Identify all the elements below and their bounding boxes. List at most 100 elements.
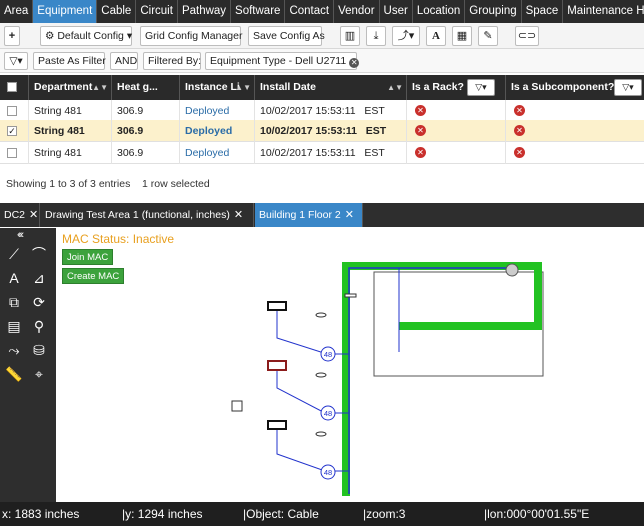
cell-instance[interactable]: Deployed [180, 100, 255, 122]
nav-grouping[interactable]: Grouping [465, 0, 522, 23]
cable-line [276, 310, 349, 355]
edit-shape-icon[interactable]: ⊿ [28, 268, 50, 288]
cell-is-subcomponent: ✕ [506, 120, 644, 142]
cell-install-date: 10/02/2017 15:53:11 EST [255, 142, 407, 164]
cable-line [348, 267, 512, 494]
nav-contact[interactable]: Contact [285, 0, 335, 23]
nav-software[interactable]: Software [231, 0, 286, 23]
collapse-palette-icon[interactable]: ‹‹‹ [17, 229, 24, 241]
bar-chart-icon[interactable]: ▥ [340, 26, 360, 46]
floor-plan-drawing[interactable]: 48 48 48 [57, 228, 644, 502]
row-checkbox[interactable] [7, 106, 17, 116]
table-row[interactable]: String 481 306.9 Deployed 10/02/2017 15:… [0, 100, 644, 122]
row-checkbox[interactable] [7, 148, 17, 158]
draw-line-icon[interactable]: ⟋ [3, 244, 25, 264]
link-icon[interactable]: ⊂⊃ [515, 26, 539, 46]
row-checkbox[interactable]: ✓ [7, 126, 17, 136]
add-text-icon[interactable]: A [3, 268, 25, 288]
nav-area[interactable]: Area [0, 0, 34, 23]
col-install-date[interactable]: Install Date ▲▼ [255, 75, 407, 100]
cylinder-icon[interactable]: ⛁ [28, 340, 50, 360]
and-operator-button[interactable]: AND [110, 52, 138, 70]
close-icon[interactable]: ✕ [345, 209, 354, 221]
no-icon: ✕ [415, 147, 426, 158]
label-marker [315, 372, 327, 378]
connector-icon[interactable]: ⚲ [28, 316, 50, 336]
gear-icon: ⚙ [45, 30, 55, 42]
longitude: |lon:000°00'01.55"E [484, 507, 590, 521]
cell-is-subcomponent: ✕ [506, 142, 644, 164]
save-config-as-button[interactable]: Save Config As [248, 26, 325, 46]
no-icon: ✕ [415, 105, 426, 116]
nav-location[interactable]: Location [413, 0, 466, 23]
object-square [231, 400, 243, 412]
export-icon[interactable]: ⤴▾ [392, 26, 420, 46]
paste-as-filter-button[interactable]: Paste As Filter [33, 52, 106, 70]
col-department[interactable]: Department ▲▼ [29, 75, 112, 100]
is-rack-filter-button[interactable]: ▽▾ [467, 79, 495, 96]
nav-equipment[interactable]: Equipment [33, 0, 98, 23]
nav-pathway[interactable]: Pathway [178, 0, 232, 23]
col-instance[interactable]: Instance Li ▲▼ [180, 75, 255, 100]
pathway-marker [344, 293, 357, 298]
sort-icon: ▲▼ [235, 83, 251, 92]
tab-building-1-floor-2[interactable]: Building 1 Floor 2 ✕ [255, 203, 363, 227]
measure-icon[interactable]: 📏 [3, 364, 25, 384]
cell-instance[interactable]: Deployed [180, 142, 255, 164]
zoom-level: |zoom:3 [363, 507, 406, 521]
cable-pathway [342, 262, 542, 496]
location-pin-icon[interactable]: ⌖ [28, 364, 50, 384]
copy-icon[interactable]: ⧉ [3, 292, 25, 312]
x-coordinate: x: 1883 inches [2, 507, 80, 521]
close-icon[interactable]: ✕ [234, 209, 243, 221]
select-all-cell [0, 75, 29, 100]
cell-department: String 481 [29, 120, 112, 142]
is-subcomponent-filter-button[interactable]: ▽▾ [614, 79, 642, 96]
caret-down-icon: ▾ [126, 30, 133, 42]
close-icon[interactable]: ✕ [29, 209, 38, 221]
pin-icon[interactable]: ✎ [478, 26, 498, 46]
top-nav: Area Equipment Cable Circuit Pathway Sof… [0, 0, 644, 23]
table-row[interactable]: String 481 306.9 Deployed 10/02/2017 15:… [0, 142, 644, 164]
tab-drawing-test-area[interactable]: Drawing Test Area 1 (functional, inches)… [41, 203, 254, 227]
grid-summary: Showing 1 to 3 of 3 entries 1 row select… [6, 178, 210, 190]
nav-cable[interactable]: Cable [97, 0, 137, 23]
tab-dc2[interactable]: DC2 ✕ [0, 203, 40, 227]
tool-palette: ‹‹‹ ⟋ ⌒ A ⊿ ⧉ ⟳ ▤ ⚲ ⤳ ⛁ 📏 ⌖ [0, 228, 56, 502]
rotate-icon[interactable]: ⟳ [28, 292, 50, 312]
label-marker [315, 312, 327, 318]
nav-circuit[interactable]: Circuit [136, 0, 178, 23]
cable-route-icon[interactable]: ⤳ [3, 340, 25, 360]
col-heat[interactable]: Heat g... [112, 75, 180, 100]
cell-instance[interactable]: Deployed [180, 120, 255, 142]
equipment-node [505, 263, 519, 277]
filter-menu-button[interactable]: ▽▾ [4, 52, 28, 70]
download-icon[interactable]: ⤓ [366, 26, 386, 46]
filter-chip[interactable]: Equipment Type - Dell U2711 ✕ [205, 52, 360, 70]
font-icon[interactable]: A [426, 26, 446, 46]
remove-filter-icon[interactable]: ✕ [349, 58, 360, 68]
label-marker [315, 431, 327, 437]
nav-space[interactable]: Space [522, 0, 564, 23]
nav-user[interactable]: User [380, 0, 413, 23]
selected-object: |Object: Cable [243, 507, 319, 521]
filter-bar: ▽▾ Paste As Filter AND Filtered By: Equi… [0, 49, 644, 73]
cell-department: String 481 [29, 142, 112, 164]
nav-maintenance-hole[interactable]: Maintenance Hole [563, 0, 644, 23]
cell-heat: 306.9 [112, 120, 180, 142]
drawing-tab-bar: DC2 ✕ Drawing Test Area 1 (functional, in… [0, 203, 644, 227]
draw-arc-icon[interactable]: ⌒ [28, 244, 50, 264]
table-row[interactable]: ✓ String 481 306.9 Deployed 10/02/2017 1… [0, 120, 644, 142]
add-button[interactable]: + [4, 26, 20, 46]
cell-heat: 306.9 [112, 142, 180, 164]
drawing-canvas[interactable]: MAC Status: Inactive Join MAC Create MAC… [57, 228, 644, 502]
nav-vendor[interactable]: Vendor [334, 0, 380, 23]
grid-icon[interactable]: ▦ [452, 26, 472, 46]
default-config-dropdown[interactable]: ⚙ Default Config ▾ [40, 26, 132, 46]
grid-config-manager-button[interactable]: Grid Config Manager [140, 26, 242, 46]
cable-line [276, 428, 349, 472]
y-coordinate: |y: 1294 inches [122, 507, 203, 521]
select-all-checkbox[interactable] [7, 82, 17, 92]
cell-is-rack: ✕ [407, 120, 506, 142]
rack-icon[interactable]: ▤ [3, 316, 25, 336]
